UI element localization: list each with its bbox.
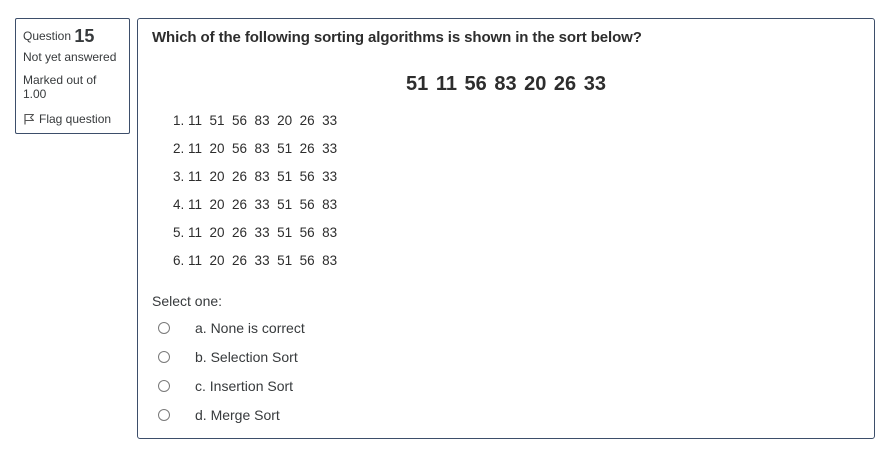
flag-question-label: Flag question — [39, 112, 112, 126]
question-grade: Marked out of 1.00 — [23, 73, 115, 101]
answer-option-d[interactable]: d. Merge Sort — [158, 400, 305, 429]
sort-step: 2. 11 20 56 83 51 26 33 — [173, 141, 338, 156]
flag-icon — [24, 114, 34, 125]
radio-button[interactable] — [158, 379, 170, 392]
question-number: 15 — [74, 26, 95, 46]
question-state: Not yet answered — [23, 50, 117, 64]
radio-button[interactable] — [158, 350, 170, 363]
initial-sequence: 51 11 56 83 20 26 33 — [406, 73, 606, 95]
radio-button[interactable] — [158, 408, 170, 421]
answer-label: d. Merge Sort — [195, 406, 280, 423]
answer-label: c. Insertion Sort — [195, 377, 294, 394]
sort-step: 5. 11 20 26 33 51 56 83 — [173, 225, 338, 240]
radio-button[interactable] — [158, 321, 170, 334]
grade-value: 1.00 — [23, 87, 47, 101]
question-label: Question — [23, 29, 72, 43]
answer-option-c[interactable]: c. Insertion Sort — [158, 371, 305, 400]
question-info-panel: Question 15 Not yet answered Marked out … — [15, 18, 130, 134]
flag-question-link[interactable]: Flag question — [23, 112, 129, 126]
answer-options: a. None is correct b. Selection Sort c. … — [158, 313, 305, 429]
select-one-prompt: Select one: — [152, 293, 223, 309]
answer-label: b. Selection Sort — [195, 348, 298, 365]
answer-option-b[interactable]: b. Selection Sort — [158, 342, 305, 371]
question-text: Which of the following sorting algorithm… — [152, 29, 642, 46]
sort-step: 3. 11 20 26 83 51 56 33 — [173, 169, 338, 184]
sort-step: 1. 11 51 56 83 20 26 33 — [173, 113, 338, 128]
answer-label: a. None is correct — [195, 319, 305, 336]
sort-step: 4. 11 20 26 33 51 56 83 — [173, 197, 338, 212]
sort-steps-list: 1. 11 51 56 83 20 26 33 2. 11 20 56 83 5… — [173, 107, 337, 275]
question-number-heading: Question 15 — [23, 23, 129, 49]
answer-option-a[interactable]: a. None is correct — [158, 313, 305, 342]
question-content: Which of the following sorting algorithm… — [137, 18, 875, 439]
grade-label: Marked out of — [23, 73, 97, 87]
sort-step: 6. 11 20 26 33 51 56 83 — [173, 253, 338, 268]
